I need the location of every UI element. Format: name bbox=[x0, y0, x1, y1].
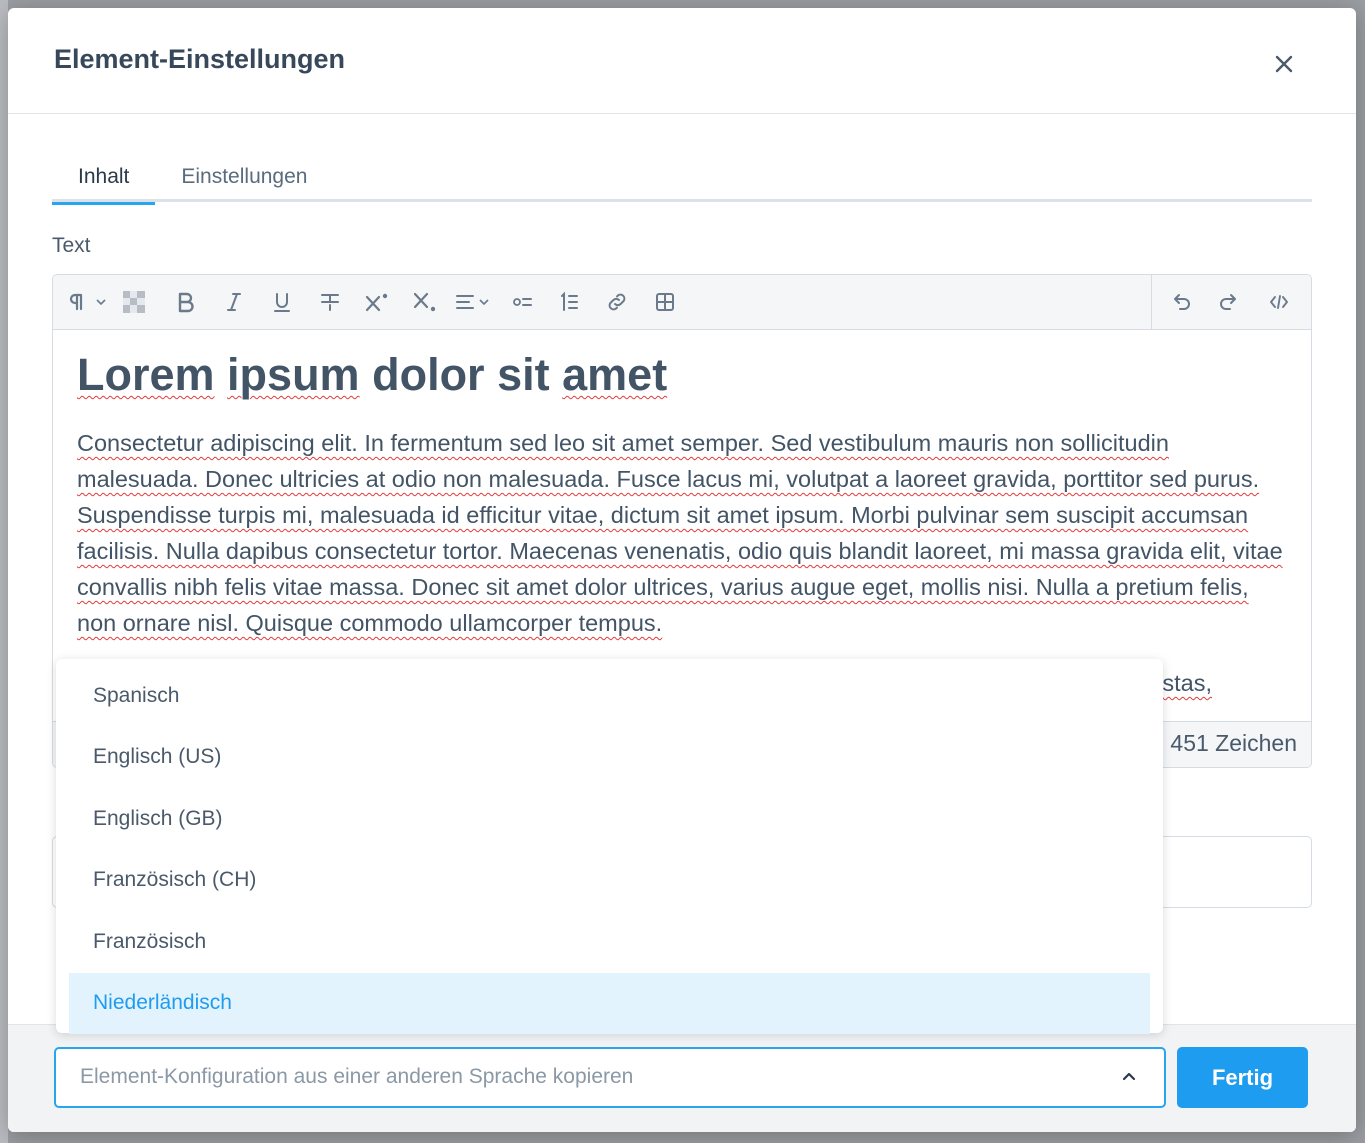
backdrop-edge bbox=[0, 0, 8, 1143]
close-icon bbox=[1275, 55, 1293, 73]
done-button[interactable]: Fertig bbox=[1177, 1047, 1308, 1108]
background-color-button[interactable] bbox=[119, 283, 149, 321]
strikethrough-button[interactable] bbox=[315, 283, 345, 321]
editor-toolbar bbox=[53, 275, 1311, 330]
align-button[interactable] bbox=[453, 283, 497, 321]
content-paragraph: Consectetur adipiscing elit. In fermentu… bbox=[77, 430, 1283, 636]
heading-word: dolor bbox=[372, 349, 485, 400]
language-option-englisch-gb[interactable]: Englisch (GB) bbox=[69, 788, 1150, 850]
paragraph-format-icon bbox=[69, 293, 106, 311]
copy-language-select[interactable]: Element-Konfiguration aus einer anderen … bbox=[54, 1047, 1166, 1108]
source-code-icon bbox=[1270, 295, 1288, 309]
background-color-icon bbox=[123, 291, 145, 313]
undo-icon bbox=[1174, 294, 1190, 310]
text-field-label: Text bbox=[52, 234, 91, 257]
heading-word: ipsum bbox=[227, 349, 360, 400]
heading-word: Lorem bbox=[77, 349, 215, 400]
subscript-icon bbox=[413, 292, 436, 312]
subscript-button[interactable] bbox=[409, 283, 441, 321]
element-settings-dialog: Element-Einstellungen Inhalt Einstellung… bbox=[8, 8, 1356, 1132]
link-button[interactable] bbox=[601, 283, 633, 321]
chevron-up-icon bbox=[1122, 1072, 1136, 1081]
bold-icon bbox=[178, 292, 194, 313]
paragraph-format-button[interactable] bbox=[67, 283, 113, 321]
strikethrough-icon bbox=[321, 294, 339, 311]
redo-button[interactable] bbox=[1213, 283, 1245, 321]
dialog-title: Element-Einstellungen bbox=[54, 44, 346, 74]
tab-einstellungen[interactable]: Einstellungen bbox=[155, 152, 333, 202]
bullet-list-icon bbox=[513, 298, 532, 306]
undo-button[interactable] bbox=[1165, 283, 1197, 321]
superscript-button[interactable] bbox=[361, 283, 393, 321]
content-heading: Lorem ipsum dolor sit amet bbox=[77, 347, 1292, 403]
numbered-list-icon bbox=[561, 291, 578, 311]
editor-content[interactable]: Lorem ipsum dolor sit amet Consectetur a… bbox=[77, 347, 1292, 701]
link-icon bbox=[608, 293, 626, 311]
numbered-list-button[interactable] bbox=[553, 283, 585, 321]
close-button[interactable] bbox=[1264, 44, 1304, 84]
bold-button[interactable] bbox=[171, 283, 201, 321]
dialog-header: Element-Einstellungen bbox=[8, 8, 1356, 114]
heading-word: amet bbox=[562, 349, 668, 400]
tab-inhalt[interactable]: Inhalt bbox=[52, 152, 156, 205]
tab-bar: Inhalt Einstellungen bbox=[52, 152, 1312, 205]
toolbar-separator bbox=[1151, 275, 1152, 330]
language-option-spanisch[interactable]: Spanisch bbox=[69, 665, 1150, 727]
table-icon bbox=[656, 293, 674, 311]
language-option-franzoesisch-ch[interactable]: Französisch (CH) bbox=[69, 850, 1150, 912]
superscript-icon bbox=[365, 293, 388, 312]
character-count: 451 Zeichen bbox=[1170, 730, 1297, 756]
language-option-franzoesisch[interactable]: Französisch bbox=[69, 911, 1150, 973]
source-code-button[interactable] bbox=[1263, 283, 1295, 321]
underline-icon bbox=[274, 293, 290, 312]
language-dropdown: Spanisch Englisch (US) Englisch (GB) Fra… bbox=[56, 659, 1163, 1034]
bullet-list-button[interactable] bbox=[507, 283, 539, 321]
language-option-englisch-us[interactable]: Englisch (US) bbox=[69, 727, 1150, 789]
language-option-niederlaendisch[interactable]: Niederländisch bbox=[69, 972, 1150, 1034]
redo-icon bbox=[1220, 294, 1236, 310]
align-icon bbox=[456, 295, 489, 309]
copy-language-placeholder: Element-Konfiguration aus einer anderen … bbox=[80, 1065, 634, 1088]
italic-icon bbox=[227, 293, 241, 311]
table-button[interactable] bbox=[649, 283, 681, 321]
underline-button[interactable] bbox=[267, 283, 297, 321]
italic-button[interactable] bbox=[219, 283, 249, 321]
heading-word: sit bbox=[497, 349, 550, 400]
